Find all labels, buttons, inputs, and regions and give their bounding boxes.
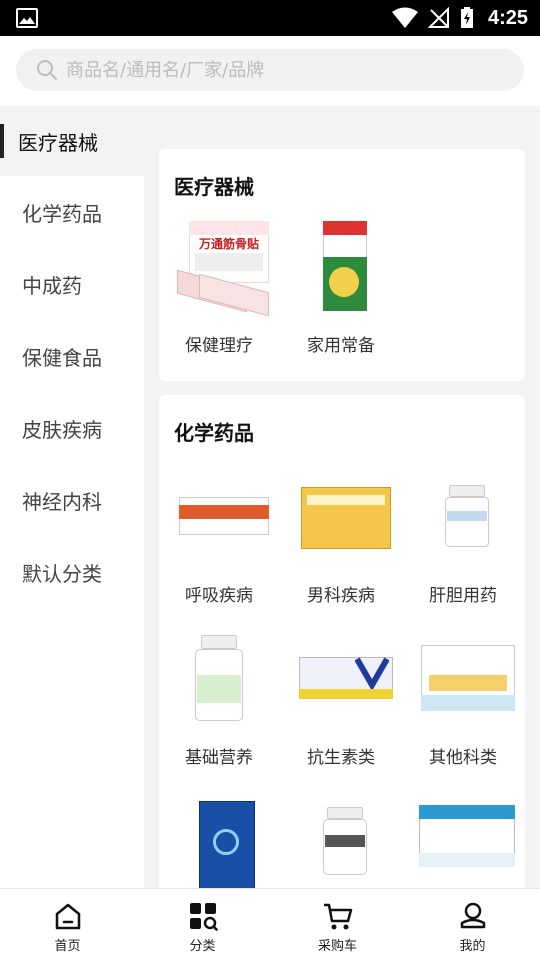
category-icon	[189, 903, 218, 931]
product-image	[291, 629, 393, 729]
product-label: 抗生素类	[307, 748, 375, 768]
sidebar-item-chemical-drugs[interactable]: 化学药品	[0, 176, 144, 248]
product-label: 肝胆用药	[429, 586, 497, 606]
nav-profile-label: 我的	[459, 939, 486, 954]
search-bar-container	[0, 36, 540, 106]
sidebar-item-label: 医疗器械	[18, 130, 98, 155]
product-label: 呼吸疾病	[185, 586, 253, 606]
wifi-icon	[391, 7, 418, 28]
category-sidebar: 医疗器械 化学药品 中成药 保健食品 皮肤疾病 神经内科 默认分类	[0, 106, 144, 958]
product-image	[169, 467, 269, 567]
cart-icon	[323, 903, 352, 930]
product-tile[interactable]: 基础营养	[164, 629, 274, 768]
nav-profile[interactable]: 我的	[405, 889, 540, 960]
sidebar-item-label: 中成药	[22, 273, 82, 298]
product-tile[interactable]: 抗生素类	[286, 629, 396, 768]
product-image	[291, 217, 391, 317]
sidebar-item-label: 神经内科	[22, 489, 102, 514]
sidebar-item-label: 默认分类	[22, 561, 102, 586]
category-content: 医疗器械 万通筋骨贴 保健理疗 家用常备 化学药品 呼吸疾病 男科疾病 肝胆用药…	[159, 106, 525, 888]
nav-category[interactable]: 分类	[135, 889, 270, 960]
nav-category-label: 分类	[189, 939, 216, 954]
product-image	[291, 791, 391, 888]
product-tile[interactable]	[286, 791, 396, 888]
product-label: 男科疾病	[307, 586, 375, 606]
search-input[interactable]	[66, 59, 506, 81]
section-title: 化学药品	[174, 421, 254, 445]
product-image	[169, 791, 269, 888]
sidebar-item-medical-devices[interactable]: 医疗器械	[0, 106, 144, 176]
product-label: 保健理疗	[185, 336, 253, 356]
product-image-text: 万通筋骨贴	[198, 237, 259, 251]
sidebar-item-label: 皮肤疾病	[22, 417, 102, 442]
home-icon	[55, 903, 80, 930]
product-image	[413, 629, 515, 729]
product-tile[interactable]	[408, 791, 518, 888]
product-image	[413, 467, 513, 567]
sidebar-item-health-food[interactable]: 保健食品	[0, 320, 144, 392]
sidebar-item-label: 保健食品	[22, 345, 102, 370]
battery-charging-icon	[460, 7, 473, 28]
product-tile[interactable]	[164, 791, 274, 888]
product-tile[interactable]: 呼吸疾病	[164, 467, 274, 606]
sidebar-item-label: 化学药品	[22, 201, 102, 226]
sidebar-item-skin-diseases[interactable]: 皮肤疾病	[0, 392, 144, 464]
sidebar-item-default[interactable]: 默认分类	[0, 536, 144, 608]
sidebar-item-chinese-medicine[interactable]: 中成药	[0, 248, 144, 320]
search-icon	[37, 60, 57, 80]
product-image	[413, 791, 515, 888]
profile-icon	[460, 902, 485, 929]
nav-cart-label: 采购车	[317, 939, 357, 954]
status-bar: 4:25	[0, 0, 540, 36]
product-label: 其他科类	[429, 748, 497, 768]
product-tile[interactable]: 其他科类	[408, 629, 518, 768]
product-label: 基础营养	[185, 748, 253, 768]
section-card-medical-devices: 医疗器械 万通筋骨贴 保健理疗 家用常备	[159, 149, 525, 381]
product-tile[interactable]: 男科疾病	[286, 467, 396, 606]
product-tile[interactable]: 万通筋骨贴 保健理疗	[164, 217, 274, 356]
product-tile[interactable]: 家用常备	[286, 217, 396, 356]
sidebar-item-neurology[interactable]: 神经内科	[0, 464, 144, 536]
nav-home-label: 首页	[54, 939, 81, 954]
nav-home[interactable]: 首页	[0, 889, 135, 960]
section-title: 医疗器械	[174, 175, 254, 199]
photo-notification-icon	[16, 8, 38, 28]
product-label: 家用常备	[307, 336, 375, 356]
product-image	[291, 467, 391, 567]
nav-cart[interactable]: 采购车	[270, 889, 405, 960]
product-image	[169, 629, 269, 729]
product-image: 万通筋骨贴	[169, 217, 269, 317]
section-card-chemical-drugs: 化学药品 呼吸疾病 男科疾病 肝胆用药 基础营养 抗生素类 其他科类	[159, 395, 525, 888]
clock: 4:25	[487, 6, 528, 29]
bottom-navigation: 首页 分类 采购车 我的	[0, 888, 540, 960]
signal-off-icon	[427, 7, 449, 28]
search-box[interactable]	[16, 49, 524, 91]
product-tile[interactable]: 肝胆用药	[408, 467, 518, 606]
